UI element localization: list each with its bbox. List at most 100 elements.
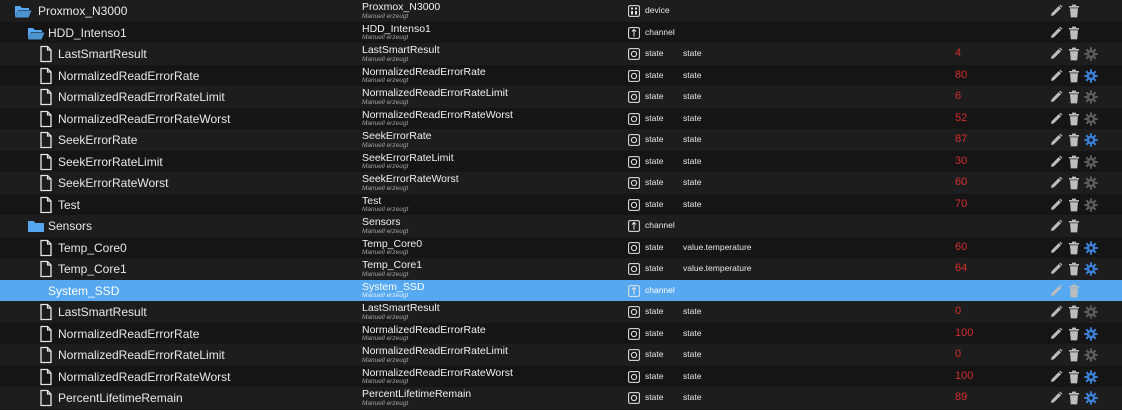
folder-open-icon[interactable] [27, 282, 45, 300]
file-icon[interactable] [37, 174, 55, 192]
tree-state-row[interactable]: NormalizedReadErrorRateWorst NormalizedRe… [0, 365, 1122, 387]
pencil-icon[interactable] [1049, 198, 1063, 212]
trash-icon[interactable] [1067, 370, 1081, 384]
object-value[interactable]: 4 [955, 47, 961, 59]
pencil-icon[interactable] [1049, 176, 1063, 190]
tree-state-row[interactable]: LastSmartResult LastSmartResult Manuell er… [0, 301, 1122, 323]
object-value[interactable]: 80 [955, 69, 967, 81]
tree-state-row[interactable]: NormalizedReadErrorRate NormalizedReadErr… [0, 322, 1122, 344]
object-value[interactable]: 60 [955, 241, 967, 253]
trash-icon[interactable] [1067, 176, 1081, 190]
object-value[interactable]: 70 [955, 198, 967, 210]
object-value[interactable]: 0 [955, 305, 961, 317]
pencil-icon[interactable] [1049, 348, 1063, 362]
trash-icon[interactable] [1067, 241, 1081, 255]
tree-folder-row[interactable]: System_SSD System_SSD Manuell erzeugt chann… [0, 279, 1122, 301]
file-icon[interactable] [37, 153, 55, 171]
pencil-icon[interactable] [1049, 391, 1063, 405]
trash-icon[interactable] [1067, 348, 1081, 362]
file-icon[interactable] [37, 346, 55, 364]
tree-folder-row[interactable]: Sensors Sensors Manuell erzeugt channel [0, 215, 1122, 237]
file-icon[interactable] [37, 303, 55, 321]
tree-folder-row[interactable]: Proxmox_N3000 Proxmox_N3000 Manuell erzeug… [0, 0, 1122, 22]
tree-state-row[interactable]: SeekErrorRateWorst SeekErrorRateWorst Manu… [0, 172, 1122, 194]
file-icon[interactable] [37, 389, 55, 407]
object-value[interactable]: 100 [955, 327, 973, 339]
tree-state-row[interactable]: SeekErrorRateLimit SeekErrorRateLimit Manu… [0, 150, 1122, 172]
file-icon[interactable] [37, 196, 55, 214]
file-icon[interactable] [37, 110, 55, 128]
tree-state-row[interactable]: Test Test Manuell erzeugt state state 70 [0, 193, 1122, 215]
gear-icon[interactable] [1084, 154, 1098, 169]
object-value[interactable]: 0 [955, 348, 961, 360]
file-icon[interactable] [37, 260, 55, 278]
gear-icon[interactable] [1084, 176, 1098, 190]
object-value[interactable]: 89 [955, 391, 967, 403]
gear-icon[interactable] [1084, 262, 1098, 276]
folder-closed-icon[interactable] [27, 217, 45, 235]
folder-open-icon[interactable] [14, 2, 32, 20]
trash-icon[interactable] [1067, 133, 1081, 147]
object-value[interactable]: 64 [955, 262, 967, 274]
trash-icon[interactable] [1067, 284, 1081, 298]
tree-state-row[interactable]: SeekErrorRate SeekErrorRate Manuell erzeug… [0, 129, 1122, 151]
tree-folder-row[interactable]: HDD_Intenso1 HDD_Intenso1 Manuell erzeugt c… [0, 21, 1122, 43]
pencil-icon[interactable] [1049, 370, 1063, 384]
trash-icon[interactable] [1067, 262, 1081, 276]
trash-icon[interactable] [1067, 391, 1081, 405]
trash-icon[interactable] [1067, 155, 1081, 169]
trash-icon[interactable] [1067, 305, 1081, 319]
pencil-icon[interactable] [1049, 305, 1063, 319]
pencil-icon[interactable] [1049, 241, 1063, 255]
tree-state-row[interactable]: Temp_Core1 Temp_Core1 Manuell erzeugt state… [0, 258, 1122, 280]
pencil-icon[interactable] [1049, 26, 1063, 40]
file-icon[interactable] [37, 368, 55, 386]
pencil-icon[interactable] [1049, 47, 1063, 61]
pencil-icon[interactable] [1049, 262, 1063, 276]
tree-state-row[interactable]: LastSmartResult LastSmartResult Manuell er… [0, 43, 1122, 65]
tree-state-row[interactable]: NormalizedReadErrorRateWorst NormalizedRe… [0, 107, 1122, 129]
tree-state-row[interactable]: NormalizedReadErrorRate NormalizedReadErr… [0, 64, 1122, 86]
file-icon[interactable] [37, 325, 55, 343]
object-value[interactable]: 100 [955, 370, 973, 382]
gear-icon[interactable] [1084, 305, 1098, 319]
object-value[interactable]: 87 [955, 133, 967, 145]
gear-icon[interactable] [1084, 90, 1098, 104]
pencil-icon[interactable] [1049, 284, 1063, 298]
folder-open-icon[interactable] [27, 24, 45, 42]
object-value[interactable]: 30 [955, 155, 967, 167]
tree-state-row[interactable]: NormalizedReadErrorRateLimit NormalizedRe… [0, 86, 1122, 108]
gear-icon[interactable] [1084, 326, 1098, 341]
gear-icon[interactable] [1084, 348, 1098, 362]
object-value[interactable]: 6 [955, 90, 961, 102]
pencil-icon[interactable] [1049, 4, 1063, 18]
trash-icon[interactable] [1067, 26, 1081, 40]
pencil-icon[interactable] [1049, 112, 1063, 126]
trash-icon[interactable] [1067, 90, 1081, 104]
pencil-icon[interactable] [1049, 155, 1063, 169]
file-icon[interactable] [37, 131, 55, 149]
pencil-icon[interactable] [1049, 90, 1063, 104]
gear-icon[interactable] [1084, 47, 1098, 61]
trash-icon[interactable] [1067, 327, 1081, 341]
pencil-icon[interactable] [1049, 327, 1063, 341]
object-value[interactable]: 52 [955, 112, 967, 124]
tree-state-row[interactable]: Temp_Core0 Temp_Core0 Manuell erzeugt state… [0, 236, 1122, 258]
file-icon[interactable] [37, 45, 55, 63]
tree-state-row[interactable]: PercentLifetimeRemain PercentLifetimeRema… [0, 387, 1122, 409]
object-value[interactable]: 60 [955, 176, 967, 188]
gear-icon[interactable] [1084, 111, 1098, 126]
gear-icon[interactable] [1084, 133, 1098, 147]
pencil-icon[interactable] [1049, 219, 1063, 233]
gear-icon[interactable] [1084, 391, 1098, 405]
tree-state-row[interactable]: NormalizedReadErrorRateLimit NormalizedRe… [0, 344, 1122, 366]
trash-icon[interactable] [1067, 198, 1081, 212]
trash-icon[interactable] [1067, 47, 1081, 61]
file-icon[interactable] [37, 239, 55, 257]
gear-icon[interactable] [1084, 197, 1098, 212]
pencil-icon[interactable] [1049, 133, 1063, 147]
trash-icon[interactable] [1067, 112, 1081, 126]
trash-icon[interactable] [1067, 219, 1081, 233]
gear-icon[interactable] [1084, 68, 1098, 83]
file-icon[interactable] [37, 67, 55, 85]
